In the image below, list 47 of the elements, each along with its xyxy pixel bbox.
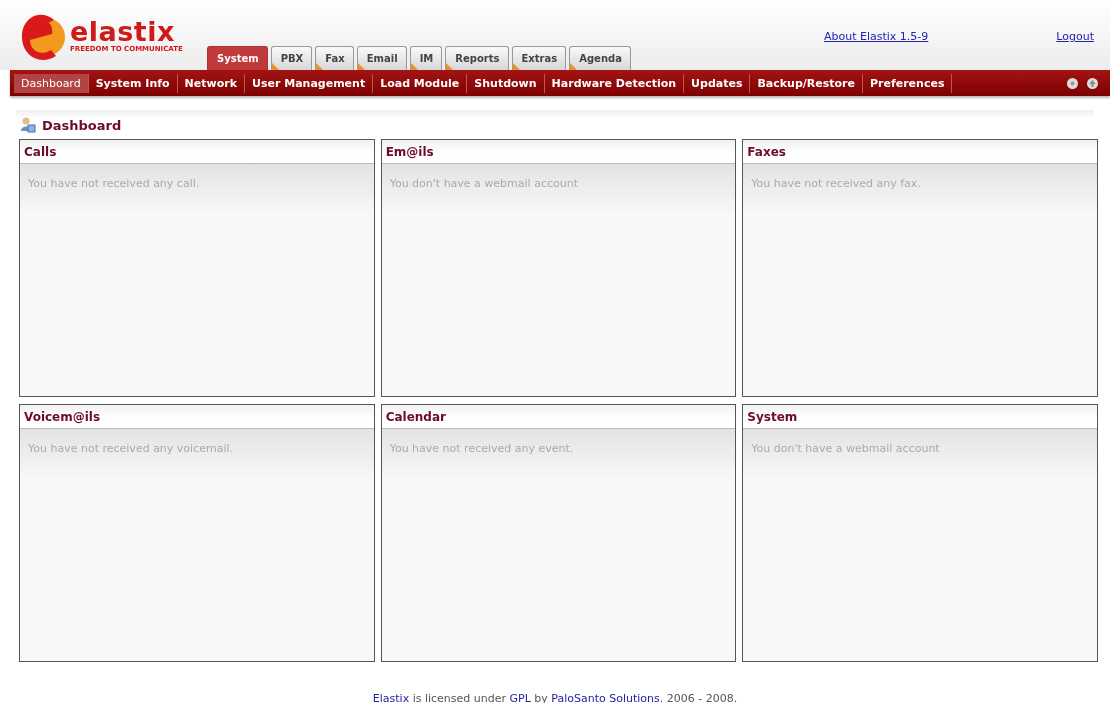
menu-item[interactable]: System Info	[88, 73, 178, 93]
menu-item[interactable]: Backup/Restore	[750, 73, 863, 93]
corner-icon	[271, 63, 279, 70]
panel-title: Voicem@ils	[24, 409, 101, 424]
panel-message: You have not received any event.	[389, 442, 574, 455]
panel-title: Faxes	[747, 144, 786, 159]
corner-icon	[570, 63, 578, 70]
corner-icon	[446, 63, 454, 70]
footer-link[interactable]: GPL	[509, 692, 531, 703]
user-icon	[20, 117, 36, 133]
module-tab[interactable]: Reports	[445, 46, 509, 70]
help-icon[interactable]	[1067, 77, 1078, 89]
panel-message: You don't have a webmail account	[389, 177, 578, 190]
menu-item[interactable]: Updates	[684, 73, 751, 93]
menu-item[interactable]: Load Module	[373, 73, 468, 93]
module-tab[interactable]: PBX	[270, 46, 313, 70]
menu-item[interactable]: Shutdown	[467, 73, 545, 93]
logo-name: elastix	[70, 19, 175, 45]
corner-icon	[512, 63, 520, 70]
panel-message: You have not received any fax.	[751, 177, 921, 190]
panel-message: You have not received any call.	[28, 177, 200, 190]
module-tab[interactable]: Extras	[511, 46, 567, 70]
module-tab[interactable]: System	[207, 46, 268, 70]
corner-icon	[316, 63, 324, 70]
menu-item[interactable]: Dashboard	[14, 73, 89, 93]
footer-link[interactable]: Elastix	[372, 692, 410, 703]
panel-message: You don't have a webmail account	[751, 442, 940, 455]
menu-item[interactable]: Preferences	[863, 73, 953, 93]
module-tab[interactable]: Fax	[315, 46, 354, 70]
page-title: Dashboard	[42, 117, 122, 133]
module-tab[interactable]: IM	[409, 46, 443, 70]
corner-icon	[357, 63, 365, 70]
footer-link[interactable]: PaloSanto Solutions	[551, 692, 660, 703]
menu-item[interactable]: User Management	[245, 73, 374, 93]
menu-item[interactable]: Network	[177, 73, 245, 93]
panel-title: Calendar	[385, 409, 446, 424]
module-tab[interactable]: Email	[356, 46, 407, 70]
panel-message: You have not received any voicemail.	[28, 442, 234, 455]
module-tab[interactable]: Agenda	[569, 46, 631, 70]
header-link[interactable]: About Elastix 1.5-9	[824, 30, 929, 43]
panel-title: System	[747, 409, 798, 424]
panel-title: Em@ils	[385, 144, 434, 159]
panel-title: Calls	[24, 144, 57, 159]
corner-icon	[410, 63, 418, 70]
menu-item[interactable]: Hardware Detection	[544, 73, 685, 93]
header-link[interactable]: Logout	[1056, 30, 1094, 43]
up-arrow-icon[interactable]	[1087, 77, 1098, 89]
